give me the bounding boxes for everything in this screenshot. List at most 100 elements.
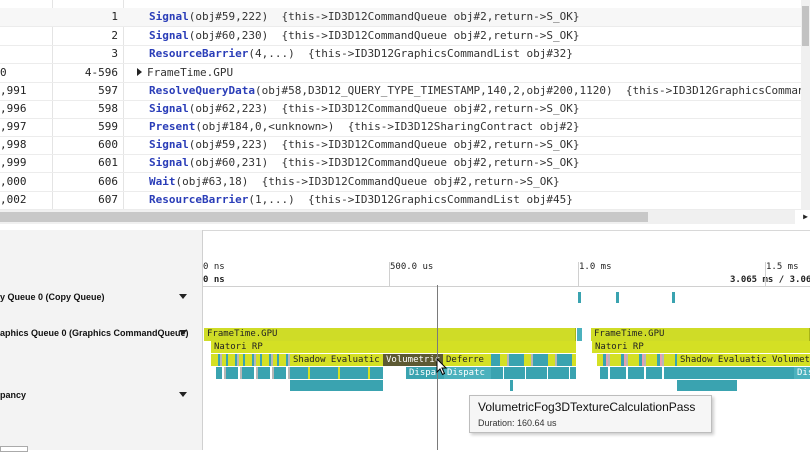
function-name: ResourceBarrier xyxy=(149,193,249,206)
cell-timestamp: ,000 xyxy=(0,175,27,188)
table-row[interactable]: ,998 600 Signal(obj#59,223) {this->ID3D1… xyxy=(0,136,803,155)
table-row[interactable]: 2 Signal(obj#60,230) {this->ID3D12Comman… xyxy=(0,27,803,46)
bar-natori-rp[interactable]: Natori RP xyxy=(211,341,576,353)
bar-dispatch[interactable]: Dis xyxy=(794,367,810,379)
table-row[interactable]: ,991 597 ResolveQueryData(obj#58,D3D12_Q… xyxy=(0,82,810,101)
function-name: ResolveQueryData xyxy=(149,84,255,97)
function-name: Signal xyxy=(149,102,189,115)
function-name: Signal xyxy=(149,138,189,151)
function-args: (obj#184,0,<unknown>) xyxy=(195,120,335,133)
cell-call-id: 599 xyxy=(98,120,118,133)
cell-timestamp: 0 xyxy=(0,66,7,79)
bar-volumetric[interactable]: Volumet xyxy=(769,354,810,366)
bar-frametime[interactable]: FrameTime.GPU xyxy=(591,328,810,341)
cell-timestamp: ,998 xyxy=(0,138,27,151)
copy-event[interactable] xyxy=(578,292,581,303)
bar-segment-strip[interactable] xyxy=(491,354,576,366)
cell-call: ResourceBarrier(4,...) {this->ID3D12Grap… xyxy=(149,45,573,63)
bar-natori-rp[interactable]: Natori RP xyxy=(592,341,810,353)
copy-event[interactable] xyxy=(672,292,675,303)
function-annotation: {this->ID3D12CommandQueue obj#2,return->… xyxy=(261,175,560,188)
bar-segment[interactable] xyxy=(510,380,513,391)
bar-segment[interactable] xyxy=(577,328,582,341)
lane-label-occupancy[interactable]: pancy xyxy=(0,390,26,400)
function-args: (obj#60,230) xyxy=(188,29,269,42)
cell-timestamp: ,996 xyxy=(0,102,27,115)
api-call-table: 1 Signal(obj#59,222) {this->ID3D12Comman… xyxy=(0,0,810,210)
function-name: ResourceBarrier xyxy=(149,47,249,60)
cell-call-id: 598 xyxy=(98,102,118,115)
bar-shadow-evaluation[interactable]: Shadow Evaluatic xyxy=(677,354,769,366)
bar-volumetric-selected[interactable]: Volumetric xyxy=(383,354,443,366)
cell-call-id: 607 xyxy=(98,193,118,206)
bar-dispatch-group[interactable] xyxy=(677,367,794,379)
scroll-right-arrow-icon[interactable]: ▶ xyxy=(801,210,810,224)
bar-segment[interactable] xyxy=(290,380,383,391)
cell-timestamp: ,991 xyxy=(0,84,27,97)
bar-segment-strip[interactable] xyxy=(211,354,290,366)
function-annotation: {this->ID3D12GraphicsCommandList obj#45} xyxy=(307,193,573,206)
table-row-group[interactable]: 0 4-596 FrameTime.GPU xyxy=(0,64,803,83)
cell-call: Signal(obj#60,230) {this->ID3D12CommandQ… xyxy=(149,27,580,45)
ruler-tick xyxy=(389,262,390,286)
range-end-label: 3.065 ms / 3.065 xyxy=(730,275,810,285)
expand-arrow-icon[interactable] xyxy=(137,68,142,76)
cell-call: Signal(obj#59,223) {this->ID3D12CommandQ… xyxy=(149,136,580,154)
group-name: FrameTime.GPU xyxy=(147,66,234,79)
event-tooltip: VolumetricFog3DTextureCalculationPass Du… xyxy=(469,395,712,433)
ruler-label: 1.5 ms xyxy=(766,262,799,272)
function-annotation: {this->ID3D12CommandQueue obj#2,return->… xyxy=(281,156,580,169)
ruler-label: 0 ns xyxy=(203,262,225,272)
function-args: (4,...) xyxy=(248,47,295,60)
lane-label-copy-queue[interactable]: y Queue 0 (Copy Queue) xyxy=(0,292,105,302)
ruler-tick xyxy=(765,262,766,286)
function-args: (obj#62,223) xyxy=(188,102,269,115)
bar-shadow-evaluation[interactable]: Shadow Evaluatic xyxy=(290,354,383,366)
bar-segment-strip[interactable] xyxy=(597,354,677,366)
bar-deferred[interactable]: Deferre xyxy=(443,354,491,366)
cell-call-id: 600 xyxy=(98,138,118,151)
lane-input[interactable] xyxy=(0,446,28,452)
cell-call-id: 2 xyxy=(111,29,118,42)
bar-dispatch[interactable]: Dispatc xyxy=(444,367,491,379)
horizontal-scrollbar-thumb[interactable] xyxy=(0,212,648,222)
ruler-label: 500.0 us xyxy=(390,262,434,272)
table-row[interactable]: ,002 607 ResourceBarrier(1,...) {this->I… xyxy=(0,191,803,210)
cell-call: Wait(obj#63,18) {this->ID3D12CommandQueu… xyxy=(149,173,560,191)
lane-label-graphics-queue[interactable]: aphics Queue 0 (Graphics CommandQueue) xyxy=(0,328,189,338)
vertical-scrollbar-thumb[interactable] xyxy=(802,6,809,46)
table-row[interactable]: ,996 598 Signal(obj#62,223) {this->ID3D1… xyxy=(0,100,803,119)
cell-call: Signal(obj#59,222) {this->ID3D12CommandQ… xyxy=(149,8,580,26)
table-row[interactable]: 1 Signal(obj#59,222) {this->ID3D12Comman… xyxy=(0,8,803,27)
function-annotation: {this->ID3D12CommandQueue obj#2,return->… xyxy=(281,102,580,115)
chevron-down-icon[interactable] xyxy=(179,392,187,397)
copy-event[interactable] xyxy=(616,292,619,303)
table-row[interactable]: ,000 606 Wait(obj#63,18) {this->ID3D12Co… xyxy=(0,173,803,192)
bar-segment-strip[interactable] xyxy=(491,367,576,379)
cell-call-id: 4-596 xyxy=(84,66,118,79)
cell-call: Present(obj#184,0,<unknown>) {this->ID3D… xyxy=(149,118,579,136)
bar-segment-strip[interactable] xyxy=(600,367,677,379)
function-annotation: {this->ID3D12CommandQueue obj#2,return->… xyxy=(281,138,580,151)
table-row[interactable]: ,999 601 Signal(obj#60,231) {this->ID3D1… xyxy=(0,154,803,173)
bar-segment-strip[interactable] xyxy=(290,367,383,379)
function-name: Signal xyxy=(149,10,189,23)
lane-list: y Queue 0 (Copy Queue) aphics Queue 0 (G… xyxy=(0,230,203,452)
function-args: (obj#59,223) xyxy=(188,138,269,151)
function-name: Present xyxy=(149,120,196,133)
table-row[interactable]: 3 ResourceBarrier(4,...) {this->ID3D12Gr… xyxy=(0,45,803,64)
ruler-baseline xyxy=(203,286,810,287)
chevron-down-icon[interactable] xyxy=(179,330,187,335)
table-row[interactable]: ,997 599 Present(obj#184,0,<unknown>) {t… xyxy=(0,118,803,137)
bar-frametime[interactable]: FrameTime.GPU xyxy=(204,328,576,341)
bar-segment[interactable] xyxy=(677,380,737,391)
function-annotation: {this->ID3D12CommandQueue obj#2,return->… xyxy=(281,29,580,42)
ruler-tick xyxy=(578,262,579,286)
chevron-down-icon[interactable] xyxy=(179,294,187,299)
cell-call: ResourceBarrier(1,...) {this->ID3D12Grap… xyxy=(149,191,573,209)
cell-call-id: 597 xyxy=(98,84,118,97)
function-args: (obj#63,18) xyxy=(175,175,249,188)
cell-call-id: 3 xyxy=(111,47,118,60)
bar-segment-strip[interactable] xyxy=(216,367,290,379)
cell-timestamp: ,999 xyxy=(0,156,27,169)
